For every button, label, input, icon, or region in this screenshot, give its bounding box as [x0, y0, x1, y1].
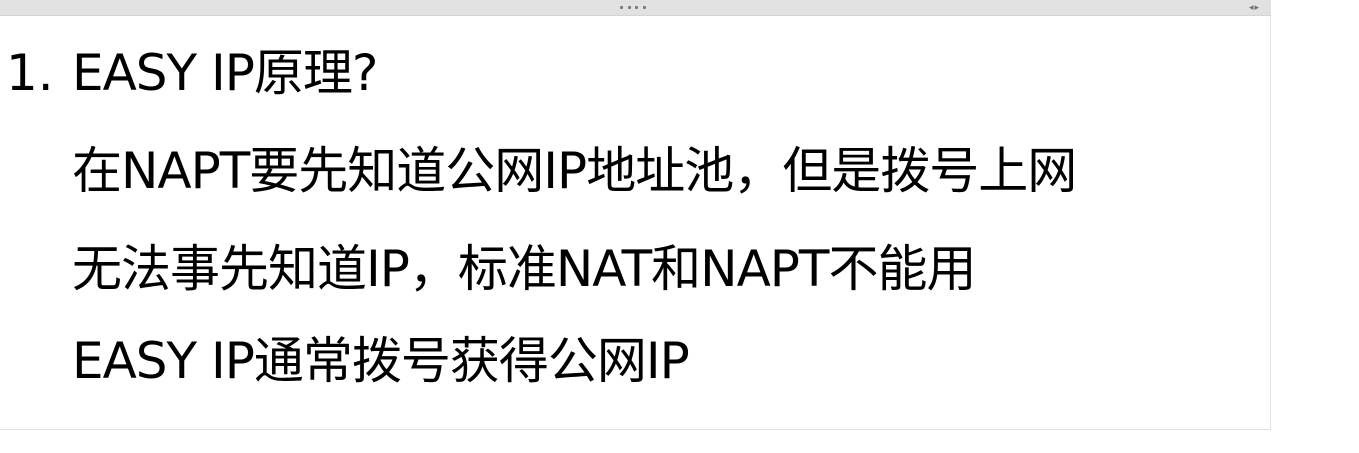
note-line-4: EASY IP通常拨号获得公网IP: [72, 332, 690, 390]
drag-handle-icon[interactable]: [620, 6, 646, 10]
panel-title-bar[interactable]: ◂▸: [0, 0, 1271, 16]
note-panel: ◂▸ 1. EASY IP原理? 在NAPT要先知道公网IP地址池，但是拨号上网…: [0, 0, 1271, 430]
note-content: 1. EASY IP原理? 在NAPT要先知道公网IP地址池，但是拨号上网 无法…: [0, 16, 1271, 430]
note-line-3: 无法事先知道IP，标准NAT和NAPT不能用: [72, 240, 976, 298]
list-number: 1.: [6, 44, 54, 102]
note-line-2: 在NAPT要先知道公网IP地址池，但是拨号上网: [72, 142, 1077, 200]
resize-arrows-icon[interactable]: ◂▸: [1249, 2, 1269, 14]
note-line-heading: EASY IP原理?: [72, 44, 378, 102]
